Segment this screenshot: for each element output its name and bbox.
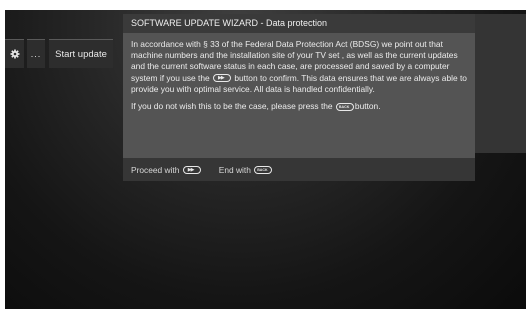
more-button[interactable]: ...	[27, 39, 45, 68]
dialog-title: SOFTWARE UPDATE WIZARD - Data protection	[123, 14, 475, 33]
software-update-wizard-dialog: SOFTWARE UPDATE WIZARD - Data protection…	[123, 14, 526, 181]
paragraph-text: button.	[354, 101, 381, 112]
back-key-icon: BACK	[254, 165, 273, 174]
end-label: End with	[218, 164, 251, 175]
dialog-footer: Proceed with ▶▶ End with BACK	[123, 158, 475, 181]
paragraph-text: If you do not wish this to be the case, …	[131, 101, 333, 112]
fast-forward-key-icon: ▶▶	[213, 74, 231, 83]
more-label: ...	[30, 49, 42, 59]
toolbar: ... Start update	[5, 39, 113, 68]
end-hint[interactable]: End with BACK	[219, 165, 273, 175]
back-key-icon: BACK	[335, 102, 354, 111]
start-update-button[interactable]: Start update	[49, 39, 113, 68]
dialog-side-panel	[475, 14, 526, 153]
data-protection-paragraph: In accordance with § 33 of the Federal D…	[131, 39, 468, 95]
proceed-label: Proceed with	[131, 164, 180, 175]
start-update-label: Start update	[55, 48, 107, 60]
proceed-hint[interactable]: Proceed with ▶▶	[131, 165, 202, 175]
fast-forward-key-icon: ▶▶	[182, 165, 201, 174]
dialog-body: In accordance with § 33 of the Federal D…	[123, 33, 475, 158]
gear-icon	[10, 49, 20, 59]
decline-paragraph: If you do not wish this to be the case, …	[131, 101, 468, 112]
settings-button[interactable]	[5, 39, 24, 68]
tv-screen: ... Start update SOFTWARE UPDATE WIZARD …	[5, 10, 526, 309]
